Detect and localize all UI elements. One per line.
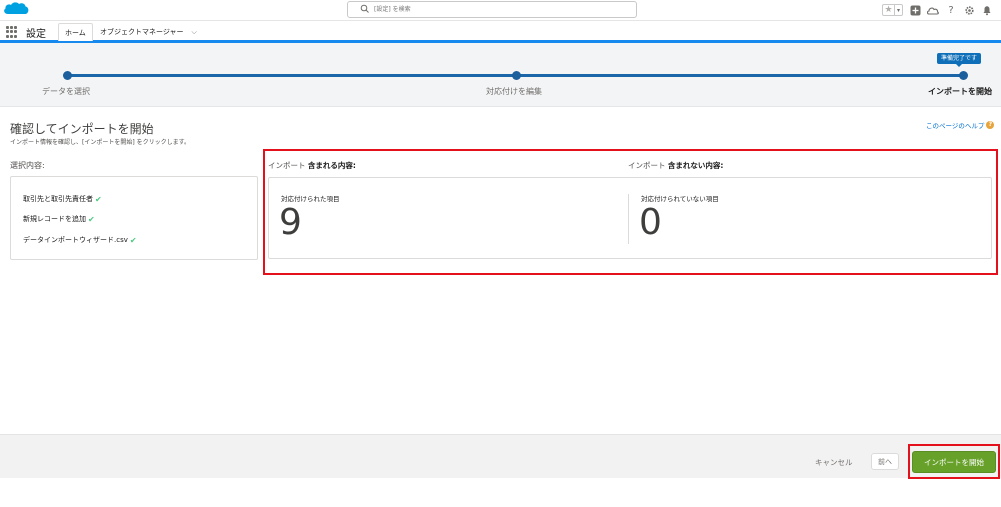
mapped-fields-count: 9 bbox=[279, 202, 302, 243]
selection-item-text: 取引先と取引先責任者 bbox=[23, 195, 93, 203]
excluded-heading-prefix: インポート bbox=[628, 161, 666, 170]
global-header: ★ ▾ ? bbox=[0, 0, 1001, 21]
page-title: 確認してインポートを開始 bbox=[10, 122, 154, 136]
tab-object-manager-label: オブジェクトマネージャー bbox=[100, 28, 184, 36]
selection-label: 選択内容: bbox=[10, 161, 45, 170]
footer-bar bbox=[0, 434, 1001, 478]
unmapped-fields-count: 0 bbox=[639, 202, 662, 243]
header-icons: ★ ▾ ? bbox=[882, 2, 993, 18]
selection-item: データインポートウィザード.csv ✔ bbox=[23, 235, 137, 245]
selection-item-text: 新規レコードを追加 bbox=[23, 215, 86, 223]
app-navigation: 設定 ホーム オブジェクトマネージャー ⌵ bbox=[0, 21, 1001, 43]
help-link[interactable]: このページのヘルプ ? bbox=[926, 120, 995, 130]
help-icon[interactable]: ? bbox=[945, 4, 957, 16]
search-icon bbox=[360, 4, 369, 13]
chevron-down-icon[interactable]: ⌵ bbox=[192, 23, 197, 41]
start-import-button[interactable]: インポートを開始 bbox=[912, 451, 996, 473]
summary-divider bbox=[628, 194, 629, 244]
star-icon[interactable]: ★ bbox=[883, 5, 894, 16]
global-search[interactable] bbox=[347, 1, 637, 18]
checkmark-icon: ✔ bbox=[88, 214, 95, 224]
progress-step-1-marker bbox=[63, 71, 72, 80]
included-heading-bold: 含まれる内容: bbox=[307, 161, 356, 170]
chevron-down-icon[interactable]: ▾ bbox=[894, 4, 902, 16]
included-heading: インポート 含まれる内容: bbox=[268, 160, 356, 171]
excluded-heading-bold: 含まれない内容: bbox=[667, 161, 724, 170]
included-heading-prefix: インポート bbox=[268, 161, 306, 170]
plus-icon[interactable] bbox=[909, 4, 921, 16]
bell-icon[interactable] bbox=[981, 4, 993, 16]
gear-icon[interactable] bbox=[963, 4, 975, 16]
progress-step-2-marker bbox=[512, 71, 521, 80]
selection-item: 新規レコードを追加 ✔ bbox=[23, 214, 95, 224]
help-circle-icon: ? bbox=[986, 121, 995, 129]
summary-card bbox=[268, 177, 992, 259]
cancel-button[interactable]: キャンセル bbox=[815, 457, 853, 468]
back-button[interactable]: 前へ bbox=[871, 453, 899, 470]
progress-step-3-label: インポートを開始 bbox=[928, 87, 992, 96]
tab-home-label: ホーム bbox=[65, 29, 86, 37]
status-badge: 準備完了です bbox=[937, 53, 982, 67]
progress-step-1-label: データを選択 bbox=[42, 87, 90, 96]
progress-indicator: データを選択 対応付けを編集 インポートを開始 準備完了です bbox=[0, 43, 1001, 107]
tab-home[interactable]: ホーム bbox=[58, 23, 93, 41]
app-launcher-icon[interactable] bbox=[6, 26, 18, 38]
salesforce-logo-icon[interactable] bbox=[2, 0, 30, 18]
cloud-icon[interactable] bbox=[927, 4, 939, 16]
favorites-group: ★ ▾ bbox=[882, 4, 903, 16]
selection-item-text: データインポートウィザード.csv bbox=[23, 236, 128, 244]
excluded-heading: インポート 含まれない内容: bbox=[628, 160, 723, 171]
tab-object-manager[interactable]: オブジェクトマネージャー ⌵ bbox=[94, 23, 203, 41]
progress-step-2-label: 対応付けを編集 bbox=[486, 87, 542, 96]
search-input[interactable] bbox=[374, 2, 629, 17]
checkmark-icon: ✔ bbox=[95, 194, 102, 204]
page-subtitle: インポート情報を確認し、[インポートを開始] をクリックします。 bbox=[10, 139, 190, 146]
selection-card: 取引先と取引先責任者 ✔ 新規レコードを追加 ✔ データインポートウィザード.csv… bbox=[10, 176, 258, 260]
checkmark-icon: ✔ bbox=[129, 235, 137, 245]
selection-item: 取引先と取引先責任者 ✔ bbox=[23, 194, 102, 204]
help-link-label: このページのヘルプ bbox=[926, 122, 985, 130]
app-name: 設定 bbox=[26, 29, 46, 40]
progress-step-3-marker bbox=[959, 71, 968, 80]
